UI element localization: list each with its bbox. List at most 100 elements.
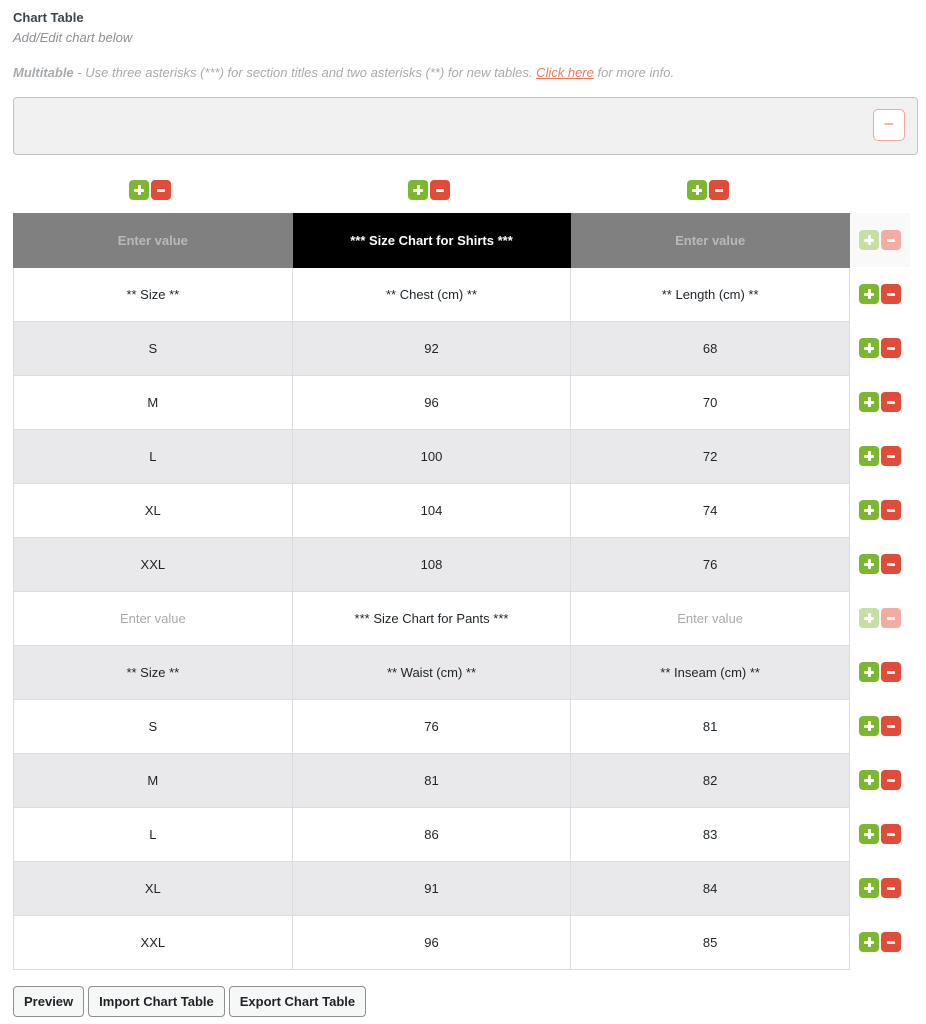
remove-row-button[interactable] <box>881 608 901 628</box>
table-cell-input[interactable]: L <box>13 429 293 484</box>
table-cell-input[interactable]: S <box>13 699 293 754</box>
table-cell-input[interactable]: M <box>13 375 293 430</box>
remove-row-button[interactable] <box>881 392 901 412</box>
minus-icon: – <box>884 115 894 132</box>
add-column-button[interactable] <box>687 180 707 200</box>
table-cell-input[interactable]: Enter value <box>13 213 293 268</box>
add-column-button[interactable] <box>129 180 149 200</box>
add-row-button[interactable] <box>859 716 879 736</box>
collapse-button[interactable]: – <box>873 109 905 141</box>
table-cell-input[interactable]: Enter value <box>570 591 850 646</box>
remove-row-button[interactable] <box>881 284 901 304</box>
remove-column-button[interactable] <box>430 180 450 200</box>
import-chart-table-button[interactable]: Import Chart Table <box>88 986 225 1017</box>
row-control <box>850 267 910 321</box>
table-cell-input[interactable]: 84 <box>570 861 850 916</box>
table-cell-input[interactable]: ** Inseam (cm) ** <box>570 645 850 700</box>
add-row-button[interactable] <box>859 284 879 304</box>
table-cell-input[interactable]: L <box>13 807 293 862</box>
row-control <box>850 429 910 483</box>
remove-row-button[interactable] <box>881 662 901 682</box>
table-cell-input[interactable]: 72 <box>570 429 850 484</box>
table-row: Enter value *** Size Chart for Shirts ***… <box>13 213 850 268</box>
table-cell-input[interactable]: 70 <box>570 375 850 430</box>
remove-row-button[interactable] <box>881 824 901 844</box>
table-cell-input[interactable]: 76 <box>291 699 572 754</box>
table-row: XXL 96 85 <box>13 915 850 970</box>
remove-column-button[interactable] <box>709 180 729 200</box>
remove-row-button[interactable] <box>881 446 901 466</box>
remove-row-button[interactable] <box>881 500 901 520</box>
export-chart-table-button[interactable]: Export Chart Table <box>228 986 367 1017</box>
remove-row-button[interactable] <box>881 932 901 952</box>
table-cell-input[interactable]: *** Size Chart for Pants *** <box>291 591 572 646</box>
table-cell-input[interactable]: 81 <box>570 699 850 754</box>
multitable-label: Multitable <box>13 65 74 80</box>
table-cell-input[interactable]: 91 <box>291 861 572 916</box>
remove-row-button[interactable] <box>881 770 901 790</box>
add-column-button[interactable] <box>408 180 428 200</box>
table-cell-input[interactable]: Enter value <box>13 591 293 646</box>
table-cell-input[interactable]: 96 <box>291 915 572 970</box>
row-control <box>850 861 910 915</box>
add-row-button[interactable] <box>859 392 879 412</box>
remove-column-button[interactable] <box>151 180 171 200</box>
table-row: M 96 70 <box>13 375 850 430</box>
table-row: S 92 68 <box>13 321 850 376</box>
row-control <box>850 321 910 375</box>
table-cell-input[interactable]: 82 <box>570 753 850 808</box>
table-cell-input[interactable]: 92 <box>291 321 572 376</box>
add-row-button[interactable] <box>859 446 879 466</box>
add-row-button[interactable] <box>859 338 879 358</box>
remove-row-button[interactable] <box>881 878 901 898</box>
click-here-link[interactable]: Click here <box>536 65 594 80</box>
row-control <box>850 591 910 645</box>
remove-row-button[interactable] <box>881 338 901 358</box>
table-cell-input[interactable]: ** Chest (cm) ** <box>291 267 572 322</box>
add-row-button[interactable] <box>859 824 879 844</box>
table-cell-input[interactable]: Enter value <box>570 213 850 268</box>
add-row-button[interactable] <box>859 554 879 574</box>
table-cell-input[interactable]: 81 <box>291 753 572 808</box>
table-cell-input[interactable]: *** Size Chart for Shirts *** <box>291 213 572 268</box>
section-title: Chart Table <box>13 10 84 25</box>
table-cell-input[interactable]: XL <box>13 861 293 916</box>
remove-row-button[interactable] <box>881 230 901 250</box>
add-row-button[interactable] <box>859 230 879 250</box>
table-cell-input[interactable]: XXL <box>13 915 293 970</box>
table-cell-input[interactable]: ** Length (cm) ** <box>570 267 850 322</box>
table-cell-input[interactable]: M <box>13 753 293 808</box>
table-cell-input[interactable]: ** Waist (cm) ** <box>291 645 572 700</box>
add-row-button[interactable] <box>859 608 879 628</box>
table-cell-input[interactable]: 108 <box>291 537 572 592</box>
table-cell-input[interactable]: S <box>13 321 293 376</box>
remove-row-button[interactable] <box>881 554 901 574</box>
table-cell-input[interactable]: 76 <box>570 537 850 592</box>
add-row-button[interactable] <box>859 770 879 790</box>
table-row: XL 104 74 <box>13 483 850 538</box>
preview-button[interactable]: Preview <box>13 986 85 1017</box>
table-cell-input[interactable]: 104 <box>291 483 572 538</box>
table-cell-input[interactable]: 85 <box>570 915 850 970</box>
table-cell-input[interactable]: ** Size ** <box>13 645 293 700</box>
column-control-1 <box>129 180 171 200</box>
section-subtitle: Add/Edit chart below <box>13 30 133 45</box>
add-row-button[interactable] <box>859 932 879 952</box>
table-cell-input[interactable]: 100 <box>291 429 572 484</box>
info-text: - Use three asterisks (***) for section … <box>73 65 537 80</box>
table-cell-input[interactable]: XL <box>13 483 293 538</box>
table-row: XL 91 84 <box>13 861 850 916</box>
table-cell-input[interactable]: 83 <box>570 807 850 862</box>
remove-row-button[interactable] <box>881 716 901 736</box>
row-control <box>850 375 910 429</box>
table-row: ** Size ** ** Chest (cm) ** ** Length (cm)… <box>13 267 850 322</box>
table-cell-input[interactable]: 96 <box>291 375 572 430</box>
table-cell-input[interactable]: 68 <box>570 321 850 376</box>
add-row-button[interactable] <box>859 878 879 898</box>
add-row-button[interactable] <box>859 500 879 520</box>
table-cell-input[interactable]: 86 <box>291 807 572 862</box>
table-cell-input[interactable]: ** Size ** <box>13 267 293 322</box>
add-row-button[interactable] <box>859 662 879 682</box>
table-cell-input[interactable]: XXL <box>13 537 293 592</box>
table-cell-input[interactable]: 74 <box>570 483 850 538</box>
